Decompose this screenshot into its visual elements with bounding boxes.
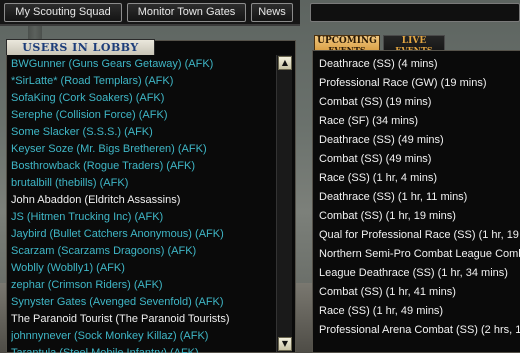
lobby-user-item[interactable]: Jaybird (Bullet Catchers Anonymous) (AFK…	[11, 226, 276, 243]
lobby-user-item[interactable]: *SirLatte* (Road Templars) (AFK)	[11, 73, 276, 90]
tab-my-scouting-squad[interactable]: My Scouting Squad	[4, 3, 122, 22]
lobby-user-item[interactable]: Woblly (Woblly1) (AFK)	[11, 260, 276, 277]
top-nav-bar: My Scouting Squad Monitor Town Gates New…	[0, 0, 300, 26]
lobby-user-item[interactable]: John Abaddon (Eldritch Assassins)	[11, 192, 276, 209]
event-item[interactable]: Deathrace (SS) (4 mins)	[319, 55, 520, 74]
lobby-title: USERS IN LOBBY	[6, 39, 155, 55]
event-item[interactable]: Combat (SS) (1 hr, 19 mins)	[319, 207, 520, 226]
lobby-user-item[interactable]: Some Slacker (S.S.S.) (AFK)	[11, 124, 276, 141]
lobby-user-item[interactable]: zephar (Crimson Riders) (AFK)	[11, 277, 276, 294]
event-item[interactable]: Professional Race (GW) (19 mins)	[319, 74, 520, 93]
lobby-user-item[interactable]: Scarzam (Scarzams Dragoons) (AFK)	[11, 243, 276, 260]
lobby-user-item[interactable]: SofaKing (Cork Soakers) (AFK)	[11, 90, 276, 107]
event-list: Deathrace (SS) (4 mins) Professional Race…	[319, 55, 520, 340]
lobby-user-item[interactable]: Tarantula (Steel Mobile Infantry) (AFK)	[11, 345, 276, 353]
lobby-user-item[interactable]: Serephe (Collision Force) (AFK)	[11, 107, 276, 124]
event-item[interactable]: Professional Arena Combat (SS) (2 hrs, 1…	[319, 321, 520, 340]
scroll-down-icon[interactable]: ▼	[278, 337, 292, 351]
event-item[interactable]: Northern Semi-Pro Combat League Combat (…	[319, 245, 520, 264]
lobby-user-item[interactable]: The Paranoid Tourist (The Paranoid Touri…	[11, 311, 276, 328]
lobby-user-item[interactable]: brutalbill (thebills) (AFK)	[11, 175, 276, 192]
scroll-up-icon[interactable]: ▲	[278, 56, 292, 70]
event-item[interactable]: League Deathrace (SS) (1 hr, 34 mins)	[319, 264, 520, 283]
lobby-user-item[interactable]: BWGunner (Guns Gears Getaway) (AFK)	[11, 56, 276, 73]
event-item[interactable]: Race (SS) (1 hr, 49 mins)	[319, 302, 520, 321]
event-item[interactable]: Race (SS) (1 hr, 4 mins)	[319, 169, 520, 188]
event-item[interactable]: Deathrace (SS) (49 mins)	[319, 131, 520, 150]
event-item[interactable]: Combat (SS) (49 mins)	[319, 150, 520, 169]
event-item[interactable]: Qual for Professional Race (SS) (1 hr, 1…	[319, 226, 520, 245]
event-item[interactable]: Race (SF) (34 mins)	[319, 112, 520, 131]
lobby-user-item[interactable]: Keyser Soze (Mr. Bigs Bretheren) (AFK)	[11, 141, 276, 158]
lobby-user-item[interactable]: Bosthrowback (Rogue Traders) (AFK)	[11, 158, 276, 175]
event-item[interactable]: Combat (SS) (1 hr, 41 mins)	[319, 283, 520, 302]
events-panel: Deathrace (SS) (4 mins) Professional Race…	[312, 50, 520, 353]
lobby-user-list: BWGunner (Guns Gears Getaway) (AFK) *SirL…	[11, 56, 276, 353]
top-right-field	[310, 3, 520, 22]
lobby-user-item[interactable]: Synyster Gates (Avenged Sevenfold) (AFK)	[11, 294, 276, 311]
event-item[interactable]: Combat (SS) (19 mins)	[319, 93, 520, 112]
event-item[interactable]: Deathrace (SS) (1 hr, 11 mins)	[319, 188, 520, 207]
lobby-user-item[interactable]: JS (Hitmen Trucking Inc) (AFK)	[11, 209, 276, 226]
lobby-user-item[interactable]: johnnynever (Sock Monkey Killaz) (AFK)	[11, 328, 276, 345]
lobby-panel: BWGunner (Guns Gears Getaway) (AFK) *SirL…	[6, 40, 296, 353]
tab-news[interactable]: News	[251, 3, 293, 22]
lobby-scrollbar[interactable]: ▲ ▼	[276, 55, 292, 352]
tab-monitor-town-gates[interactable]: Monitor Town Gates	[127, 3, 246, 22]
